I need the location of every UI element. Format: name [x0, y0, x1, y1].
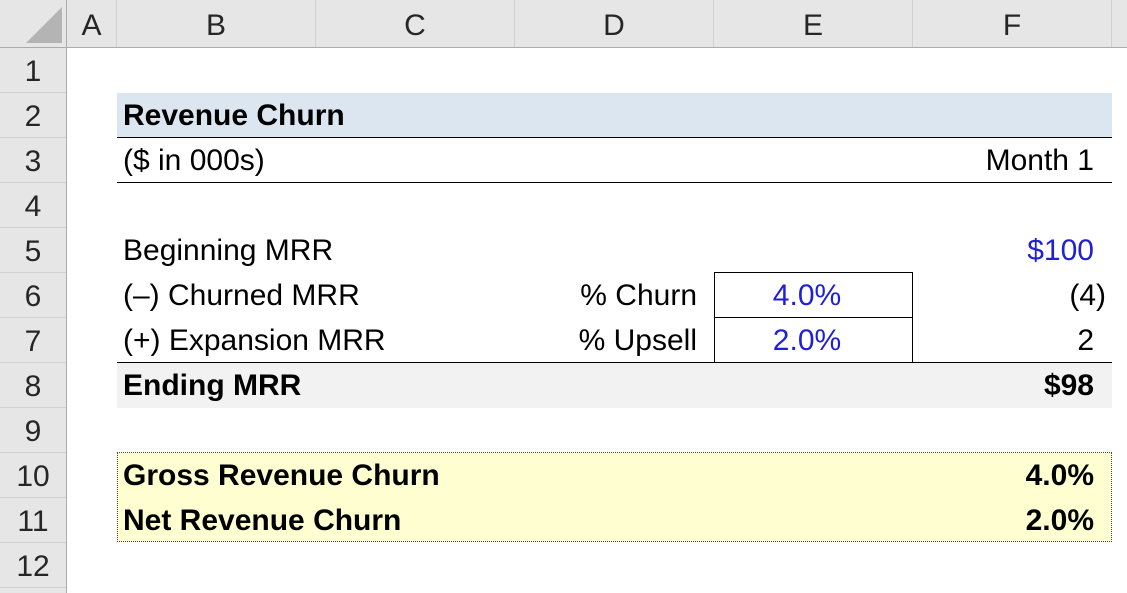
row-header-11[interactable]: 11	[0, 498, 66, 543]
select-all-icon	[26, 7, 62, 43]
period-label[interactable]: Month 1	[913, 138, 1094, 183]
row-header-bar: 1 2 3 4 5 6 7 8 9 10 11 12	[0, 48, 67, 593]
row-header-5[interactable]: 5	[0, 228, 66, 273]
column-header-bar: A B C D E F	[0, 0, 1127, 48]
row-header-1[interactable]: 1	[0, 48, 66, 93]
spreadsheet: A B C D E F 1 2 3 4 5 6 7 8 9 10 11 12 R…	[0, 0, 1127, 593]
beginning-mrr-label[interactable]: Beginning MRR	[123, 228, 333, 273]
expansion-mrr-value[interactable]: 2	[913, 318, 1094, 363]
column-header-b[interactable]: B	[117, 0, 316, 47]
expansion-mrr-label[interactable]: (+) Expansion MRR	[123, 318, 386, 363]
row-header-2[interactable]: 2	[0, 93, 66, 138]
column-header-a[interactable]: A	[67, 0, 117, 47]
churn-rate-input[interactable]: 4.0%	[714, 273, 900, 318]
ending-mrr-value[interactable]: $98	[913, 363, 1094, 408]
upsell-rate-input[interactable]: 2.0%	[714, 318, 900, 363]
row-header-6[interactable]: 6	[0, 273, 66, 318]
net-churn-value[interactable]: 2.0%	[913, 498, 1094, 543]
churn-rate-label[interactable]: % Churn	[515, 273, 697, 318]
units-label[interactable]: ($ in 000s)	[123, 138, 265, 183]
ending-mrr-label[interactable]: Ending MRR	[123, 363, 301, 408]
column-header-e[interactable]: E	[714, 0, 913, 47]
column-header-d[interactable]: D	[515, 0, 714, 47]
table-title[interactable]: Revenue Churn	[123, 93, 345, 138]
beginning-mrr-value[interactable]: $100	[913, 228, 1094, 273]
gross-churn-value[interactable]: 4.0%	[913, 453, 1094, 498]
row-header-7[interactable]: 7	[0, 318, 66, 363]
header-underline	[117, 182, 1112, 183]
churned-mrr-label[interactable]: (–) Churned MRR	[123, 273, 360, 318]
churned-mrr-value[interactable]: (4)	[913, 273, 1106, 318]
row-header-4[interactable]: 4	[0, 183, 66, 228]
row-header-9[interactable]: 9	[0, 408, 66, 453]
row-header-3[interactable]: 3	[0, 138, 66, 183]
row-header-10[interactable]: 10	[0, 453, 66, 498]
gross-churn-label[interactable]: Gross Revenue Churn	[123, 453, 440, 498]
row-header-8[interactable]: 8	[0, 363, 66, 408]
upsell-rate-label[interactable]: % Upsell	[515, 318, 697, 363]
column-header-f[interactable]: F	[913, 0, 1112, 47]
select-all-corner[interactable]	[0, 0, 67, 47]
row-header-12[interactable]: 12	[0, 543, 66, 588]
net-churn-label[interactable]: Net Revenue Churn	[123, 498, 401, 543]
column-header-c[interactable]: C	[316, 0, 515, 47]
